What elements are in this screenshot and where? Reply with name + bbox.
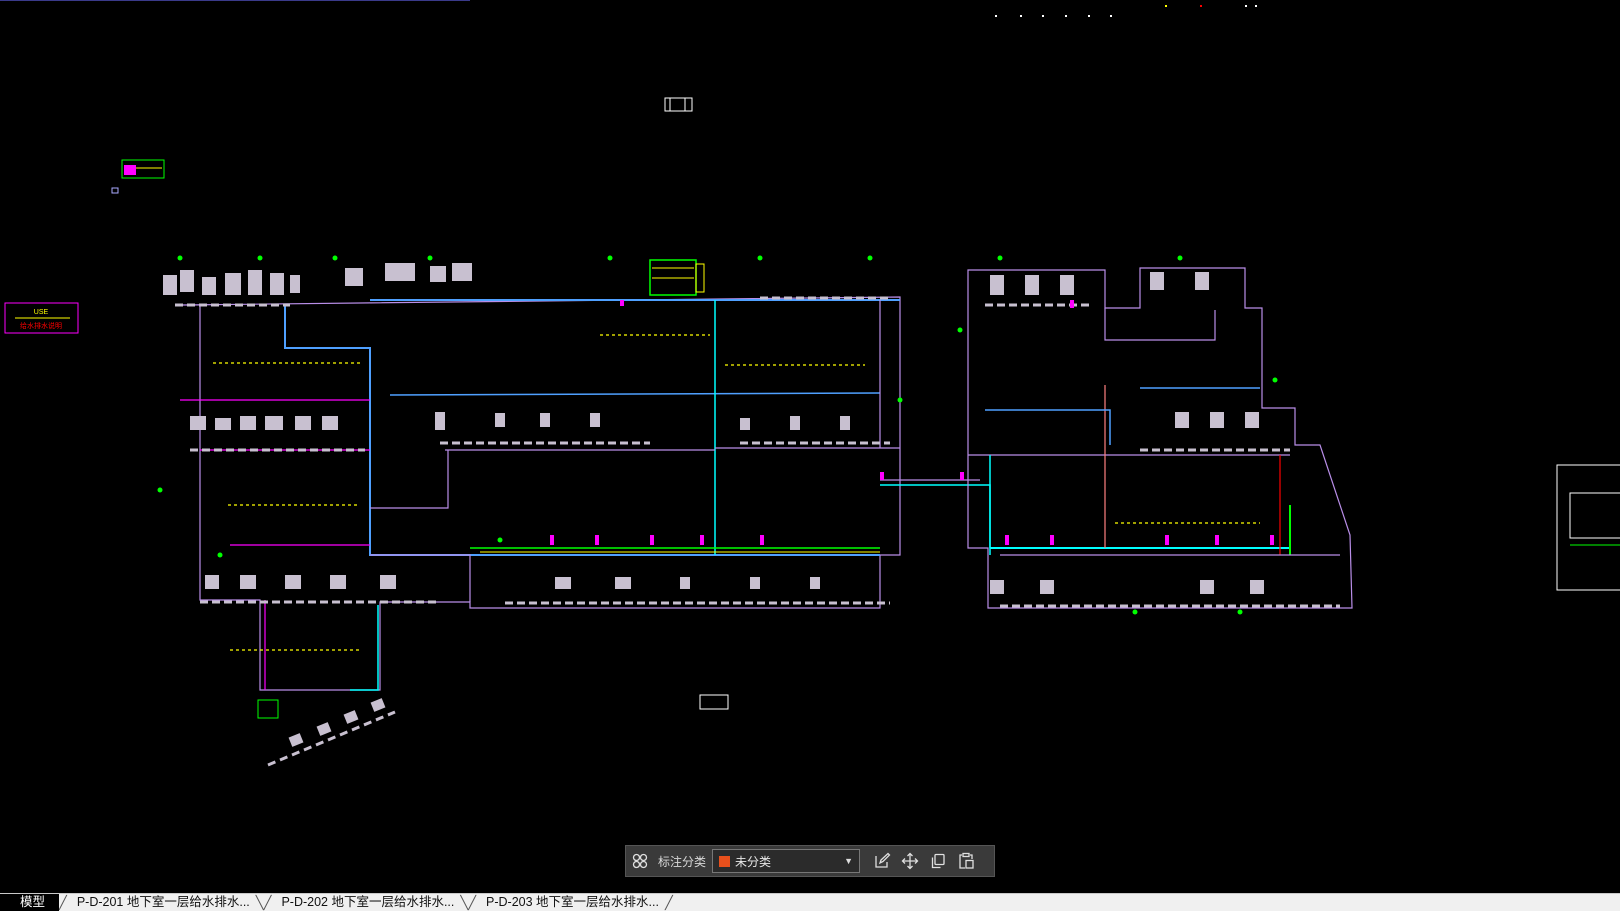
layout-tab-bar: 模型 ╱ P-D-201 地下室一层给水排水... ╲╱ P-D-202 地下室… xyxy=(0,893,1620,911)
equipment-block xyxy=(649,259,705,296)
tab-p-d-201[interactable]: P-D-201 地下室一层给水排水... xyxy=(67,894,256,911)
paste-icon[interactable] xyxy=(952,847,980,875)
tab-divider: ╲╱ xyxy=(460,895,477,910)
riser-marks xyxy=(550,300,1274,545)
detail-block-top xyxy=(664,97,693,112)
window-strips xyxy=(175,296,1340,608)
grid-four-icon[interactable] xyxy=(626,847,654,875)
tab-divider: ╲╱ xyxy=(255,895,272,910)
tab-model[interactable]: 模型 xyxy=(0,894,60,911)
cad-model-canvas[interactable]: USE 给水排水说明 xyxy=(0,0,1620,893)
annotation-toolbar: 标注分类 未分类 ▼ xyxy=(625,845,995,877)
right-building-plan xyxy=(967,267,1353,609)
top-marks xyxy=(995,5,1257,17)
tab-p-d-202[interactable]: P-D-202 地下室一层给水排水... xyxy=(271,894,460,911)
category-color-swatch xyxy=(719,855,731,867)
svg-text:给水排水说明: 给水排水说明 xyxy=(20,321,62,330)
tab-divider: ╱ xyxy=(664,895,673,910)
fixture-blocks xyxy=(163,263,1264,594)
chevron-down-icon: ▼ xyxy=(844,856,854,866)
left-legend-box: USE 给水排水说明 xyxy=(4,302,79,334)
edit-icon[interactable] xyxy=(868,847,896,875)
detail-block-bottom xyxy=(699,694,729,710)
top-edge-line xyxy=(0,0,470,1)
annotation-category-select[interactable]: 未分类 ▼ xyxy=(712,849,861,873)
svg-text:USE: USE xyxy=(34,309,49,316)
drawing-svg: USE 给水排水说明 xyxy=(0,0,1620,767)
category-select-value: 未分类 xyxy=(735,854,772,869)
annotation-category-label: 标注分类 xyxy=(658,854,707,869)
tab-divider: ╱ xyxy=(59,895,67,910)
move-icon[interactable] xyxy=(896,847,924,875)
tab-p-d-203[interactable]: P-D-203 地下室一层给水排水... xyxy=(476,894,665,911)
left-small-detail xyxy=(111,159,165,194)
copy-icon[interactable] xyxy=(924,847,952,875)
lower-wing xyxy=(257,698,396,767)
left-building-plan xyxy=(179,296,991,691)
right-sheet-frame xyxy=(1556,464,1620,591)
